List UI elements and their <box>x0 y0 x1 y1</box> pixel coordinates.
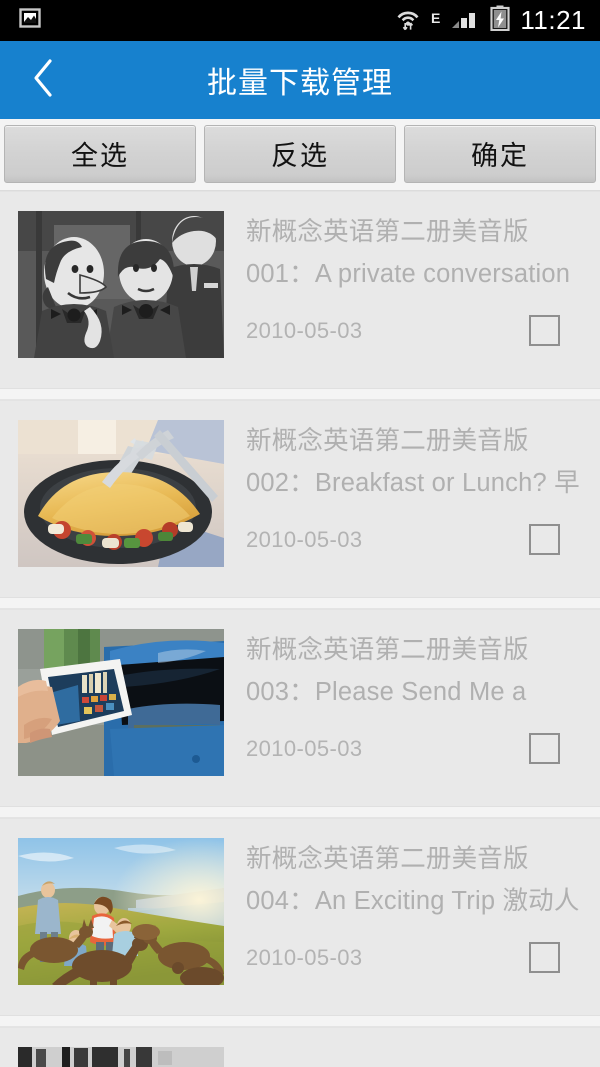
item-title: 新概念英语第二册美音版003：Please Send Me a Card 请给 <box>246 636 529 706</box>
app-header: 批量下载管理 <box>0 41 600 119</box>
item-checkbox[interactable] <box>529 524 560 555</box>
select-all-button[interactable]: 全选 <box>4 124 196 183</box>
item-thumbnail <box>18 420 224 567</box>
item-body: 新概念英语第二册美音版004：An Exciting Trip 激动人心的旅 2… <box>224 838 582 1015</box>
edge-data-icon: E <box>431 10 441 26</box>
item-body: 新概念英语第二册美音版002：Breakfast or Lunch? 早餐还是 … <box>224 420 582 597</box>
item-thumbnail <box>18 211 224 358</box>
item-thumbnail <box>18 838 224 985</box>
list-divider <box>0 1015 600 1027</box>
list-item[interactable]: 新概念英语第二册美音版002：Breakfast or Lunch? 早餐还是 … <box>0 400 600 597</box>
item-thumbnail <box>18 629 224 776</box>
list-divider <box>0 806 600 818</box>
list-divider <box>0 597 600 609</box>
item-title: 新概念英语第二册美音版004：An Exciting Trip 激动人心的旅 <box>246 845 580 915</box>
signal-bars-icon <box>450 6 480 35</box>
item-body <box>224 1047 582 1067</box>
status-bar-left-icons <box>18 6 42 35</box>
download-manager-screen: E 11:21 批量下载管理 全选 反选 确定 新概念英语第二册美音版001：A… <box>0 0 600 1067</box>
item-title: 新概念英语第二册美音版002：Breakfast or Lunch? 早餐还是 <box>246 427 580 497</box>
download-list[interactable]: 新概念英语第二册美音版001：A private conversation 私人… <box>0 191 600 1067</box>
item-footer: 2010-05-03 <box>246 733 582 764</box>
item-checkbox[interactable] <box>529 733 560 764</box>
invert-selection-button[interactable]: 反选 <box>204 124 396 183</box>
item-title: 新概念英语第二册美音版001：A private conversation 私人 <box>246 218 571 288</box>
battery-charging-icon <box>490 5 510 36</box>
list-item[interactable] <box>0 1027 600 1067</box>
confirm-button[interactable]: 确定 <box>404 124 596 183</box>
status-bar-clock: 11:21 <box>520 4 586 35</box>
item-body: 新概念英语第二册美音版001：A private conversation 私人… <box>224 211 582 388</box>
item-footer: 2010-05-03 <box>246 942 582 973</box>
status-bar: E 11:21 <box>0 0 600 41</box>
item-footer: 2010-05-03 <box>246 524 582 555</box>
item-date: 2010-05-03 <box>246 526 363 552</box>
item-date: 2010-05-03 <box>246 317 363 343</box>
item-date: 2010-05-03 <box>246 944 363 970</box>
item-body: 新概念英语第二册美音版003：Please Send Me a Card 请给 … <box>224 629 582 806</box>
item-date: 2010-05-03 <box>246 735 363 761</box>
item-checkbox[interactable] <box>529 315 560 346</box>
list-item[interactable]: 新概念英语第二册美音版003：Please Send Me a Card 请给 … <box>0 609 600 806</box>
status-bar-right-icons: E 11:21 <box>395 4 586 37</box>
back-button[interactable] <box>0 41 86 119</box>
item-checkbox[interactable] <box>529 942 560 973</box>
list-item[interactable]: 新概念英语第二册美音版004：An Exciting Trip 激动人心的旅 2… <box>0 818 600 1015</box>
wifi-icon <box>395 4 421 37</box>
list-divider <box>0 388 600 400</box>
screenshot-image-icon <box>18 6 42 35</box>
item-thumbnail <box>18 1047 224 1067</box>
page-title: 批量下载管理 <box>207 67 393 100</box>
action-bar: 全选 反选 确定 <box>0 119 600 191</box>
item-footer: 2010-05-03 <box>246 315 582 346</box>
chevron-left-icon <box>30 56 56 105</box>
list-item[interactable]: 新概念英语第二册美音版001：A private conversation 私人… <box>0 191 600 388</box>
